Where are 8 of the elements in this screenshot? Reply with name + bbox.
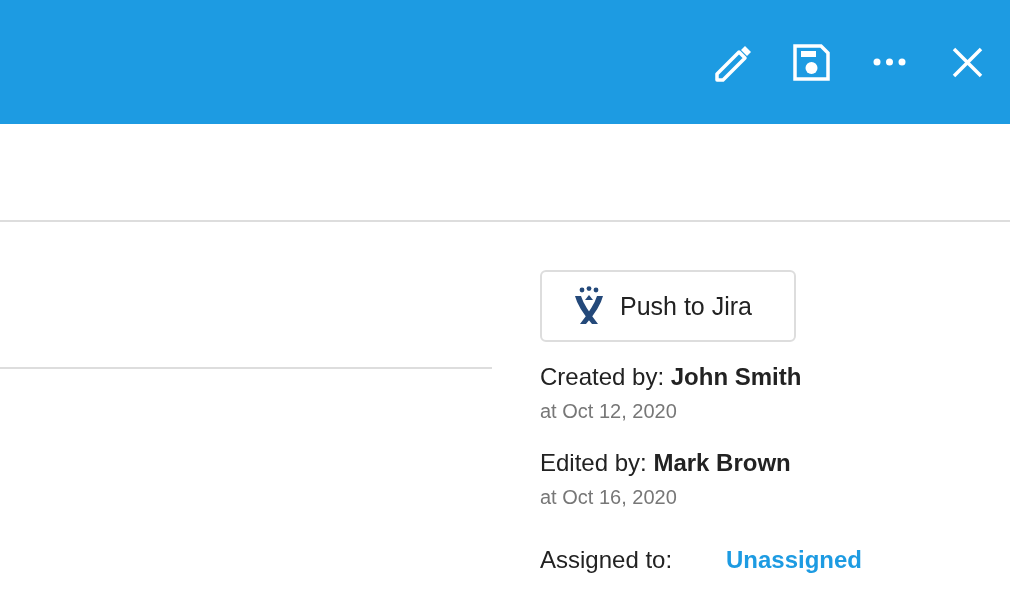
- assigned-label: Assigned to:: [540, 546, 674, 574]
- figure-logo-icon: [572, 286, 606, 326]
- more-icon: [873, 58, 906, 66]
- author-text: Created by: John Smith: [540, 362, 803, 392]
- date-text: at Oct 12, 2020: [540, 399, 678, 424]
- author-text: Edited by: Mark Brown: [540, 448, 792, 478]
- push-to-jira-button[interactable]: Push to Jira: [540, 270, 796, 342]
- date-text: at Oct 16, 2020: [540, 485, 678, 510]
